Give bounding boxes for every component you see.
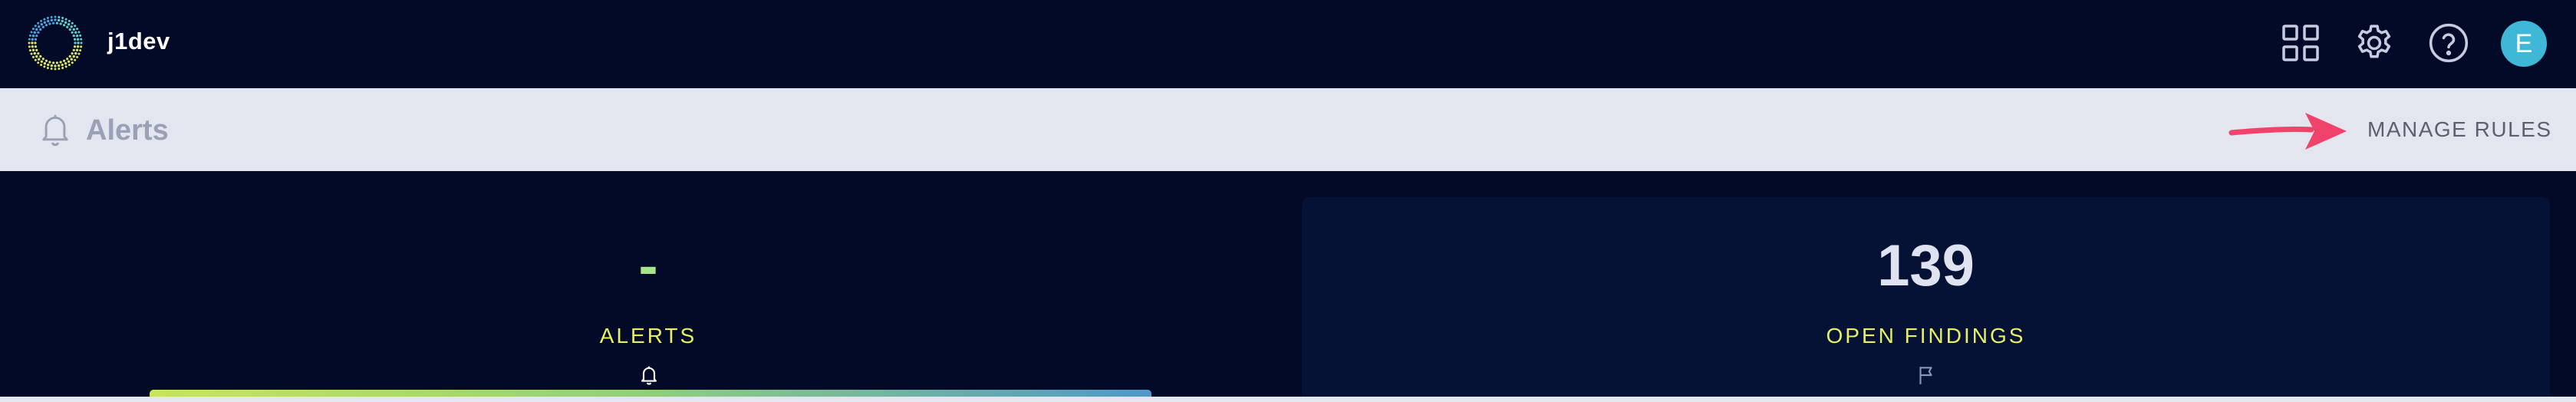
manage-rules-button[interactable]: MANAGE RULES	[2367, 117, 2552, 142]
app-logo-icon[interactable]	[26, 14, 84, 72]
flag-icon	[1919, 367, 1932, 384]
help-button[interactable]	[2426, 20, 2472, 66]
open-findings-label: OPEN FINDINGS	[1826, 324, 2026, 348]
page-title: Alerts	[86, 114, 169, 147]
account-name[interactable]: j1dev	[107, 28, 170, 55]
dashboard-main: - ALERTS 139 OPEN FINDINGS	[0, 171, 2576, 402]
content-divider	[0, 397, 2576, 402]
user-avatar[interactable]: E	[2501, 21, 2547, 67]
bell-icon	[42, 114, 68, 147]
help-icon	[2429, 23, 2469, 63]
arrow-annotation-icon	[2228, 113, 2347, 150]
settings-button[interactable]	[2351, 20, 2397, 66]
bell-icon	[641, 366, 657, 385]
apps-grid-button[interactable]	[2278, 20, 2324, 66]
gear-icon	[2357, 25, 2391, 58]
top-navigation-bar: j1dev E	[0, 0, 2576, 88]
open-findings-card[interactable]: 139 OPEN FINDINGS	[1302, 197, 2550, 402]
open-findings-count: 139	[1877, 233, 1975, 298]
alerts-count: -	[638, 233, 658, 298]
alerts-card[interactable]: - ALERTS	[26, 197, 1270, 402]
alerts-label: ALERTS	[599, 324, 697, 348]
page-header: Alerts MANAGE RULES	[0, 88, 2576, 171]
grid-icon	[2282, 25, 2319, 61]
